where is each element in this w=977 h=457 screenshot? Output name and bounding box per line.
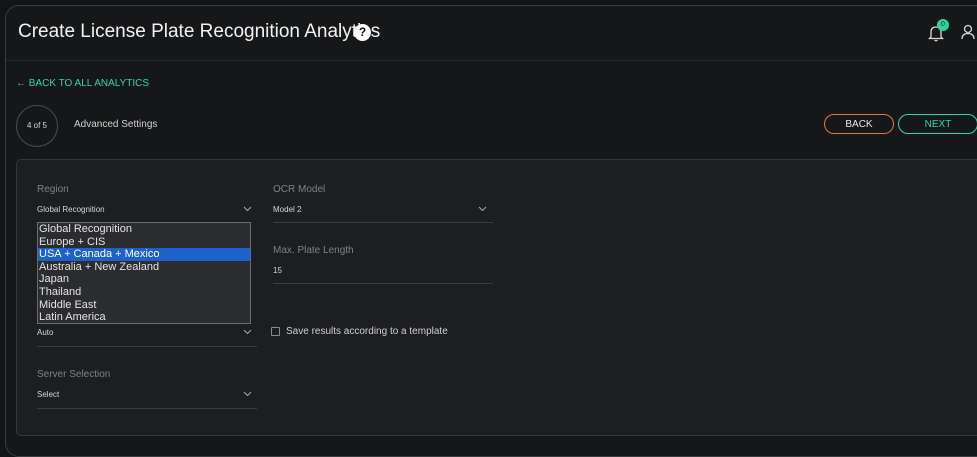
ocr-model-value: Model 2 — [273, 205, 302, 214]
step-indicator: 4 of 5 — [16, 105, 58, 147]
user-icon[interactable] — [961, 24, 975, 40]
max-plate-length-label: Max. Plate Length — [273, 245, 354, 256]
region-option[interactable]: Japan — [38, 273, 250, 286]
top-bar: Create License Plate Recognition Analyti… — [6, 6, 977, 61]
template-checkbox[interactable] — [271, 327, 280, 336]
max-plate-length-underline — [273, 283, 493, 284]
server-selection-underline — [37, 408, 257, 409]
server-selection-label: Server Selection — [37, 369, 111, 380]
chevron-down-icon — [243, 206, 252, 212]
app-window: Create License Plate Recognition Analyti… — [5, 5, 977, 457]
region-option[interactable]: Europe + CIS — [38, 236, 250, 249]
region-option[interactable]: Australia + New Zealand — [38, 261, 250, 274]
notifications-button[interactable]: 0 — [928, 19, 952, 46]
chevron-down-icon — [243, 329, 252, 335]
region-option[interactable]: Latin America — [38, 311, 250, 323]
help-icon[interactable]: ? — [354, 24, 371, 41]
region-option[interactable]: Middle East — [38, 299, 250, 312]
back-to-analytics-link[interactable]: ← BACK TO ALL ANALYTICS — [16, 78, 149, 89]
region-option[interactable]: Thailand — [38, 286, 250, 299]
ocr-model-label: OCR Model — [273, 184, 326, 195]
auto-select-underline — [37, 346, 257, 347]
back-button[interactable]: BACK — [824, 114, 894, 134]
region-option[interactable]: Global Recognition — [38, 223, 250, 236]
next-button[interactable]: NEXT — [898, 114, 977, 134]
region-value: Global Recognition — [37, 205, 105, 214]
step-title: Advanced Settings — [74, 119, 158, 130]
region-option-highlighted[interactable]: USA + Canada + Mexico — [38, 248, 250, 261]
region-label: Region — [37, 184, 69, 195]
ocr-model-underline — [273, 222, 493, 223]
auto-select-value: Auto — [37, 328, 54, 337]
page-title: Create License Plate Recognition Analyti… — [18, 21, 381, 42]
notification-badge: 0 — [937, 19, 949, 31]
max-plate-length-input[interactable]: 15 — [273, 266, 282, 275]
region-dropdown-list[interactable]: Global Recognition Europe + CIS USA + Ca… — [37, 222, 251, 324]
chevron-down-icon — [243, 391, 252, 397]
template-checkbox-label[interactable]: Save results according to a template — [286, 326, 448, 337]
chevron-down-icon — [478, 206, 487, 212]
server-selection-value: Select — [37, 390, 60, 399]
